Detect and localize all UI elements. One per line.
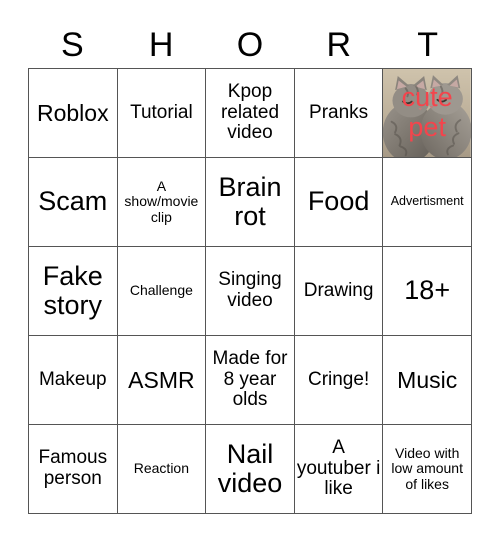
bingo-cell-label: cute pet	[401, 82, 453, 142]
bingo-header-letter: R	[326, 26, 352, 64]
bingo-cell[interactable]: Cringe!	[294, 336, 384, 425]
bingo-cell[interactable]: Kpop related video	[206, 69, 295, 158]
bingo-cell[interactable]: Scam	[29, 158, 118, 247]
bingo-cell[interactable]: A youtuber i like	[294, 425, 384, 514]
bingo-cell[interactable]: 18+	[383, 247, 472, 336]
bingo-cell-label: Makeup	[38, 368, 107, 390]
bingo-cell[interactable]: Fake story	[29, 247, 118, 336]
bingo-header-letter: O	[236, 26, 264, 64]
bingo-cell[interactable]: Pranks	[294, 69, 384, 158]
bingo-cell[interactable]: Video with low amount of likes	[383, 425, 472, 514]
bingo-cell-label: Advertisment	[390, 194, 464, 209]
bingo-cell-label: Brain rot	[218, 171, 282, 231]
bingo-card: S H O R T Roblox Tutorial Kpop related video Pr…	[0, 0, 500, 544]
bingo-grid: Roblox Tutorial Kpop related video Pranks cu…	[28, 68, 472, 514]
bingo-header-letter: H	[148, 26, 174, 64]
bingo-cell-label: Video with low amount of likes	[391, 445, 463, 492]
bingo-cell[interactable]: Advertisment	[383, 158, 472, 247]
bingo-cell-label: Reaction	[133, 460, 190, 477]
bingo-cell-label: Challenge	[129, 282, 193, 299]
bingo-cell-label: Music	[397, 366, 458, 393]
bingo-cell[interactable]: Famous person	[29, 425, 118, 514]
bingo-cell-label: ASMR	[128, 366, 195, 393]
bingo-cell[interactable]: Challenge	[117, 247, 207, 336]
bingo-cell-label: 18+	[404, 275, 451, 306]
bingo-cell-label: Made for 8 year olds	[212, 348, 288, 411]
bingo-cell-label: Food	[307, 186, 370, 217]
bingo-cell[interactable]: Nail video	[206, 425, 295, 514]
bingo-cell-label: Famous person	[38, 447, 108, 489]
bingo-cell-label: A youtuber i like	[296, 437, 381, 500]
bingo-cell[interactable]: Drawing	[294, 247, 384, 336]
bingo-cell-label: A show/movie clip	[124, 178, 199, 225]
bingo-cell-label: Drawing	[303, 279, 374, 301]
bingo-cell[interactable]: Reaction	[117, 425, 207, 514]
bingo-cell-label: Nail video	[217, 438, 283, 498]
bingo-cell[interactable]: Music	[383, 336, 472, 425]
bingo-cell-label: Cringe!	[307, 368, 370, 390]
bingo-cell[interactable]: Made for 8 year olds	[206, 336, 295, 425]
bingo-cell-photo[interactable]: cute pet	[383, 69, 472, 158]
bingo-cell-label: Fake story	[42, 260, 103, 320]
bingo-header-letter: S	[61, 26, 84, 64]
bingo-header: SHORT	[28, 22, 472, 68]
bingo-cell[interactable]: Roblox	[29, 69, 118, 158]
bingo-cell[interactable]: Brain rot	[206, 158, 295, 247]
bingo-cell-label: Kpop related video	[220, 81, 280, 144]
bingo-cell-label: Scam	[38, 186, 108, 217]
bingo-cell[interactable]: A show/movie clip	[117, 158, 207, 247]
bingo-cell-label: Roblox	[36, 99, 109, 126]
bingo-cell[interactable]: ASMR	[117, 336, 207, 425]
bingo-header-letter: T	[417, 26, 438, 64]
bingo-cell-label: Pranks	[309, 101, 369, 123]
bingo-cell-label: Tutorial	[130, 101, 193, 123]
bingo-cell[interactable]: Singing video	[206, 247, 295, 336]
bingo-cell-label: Singing video	[218, 269, 282, 311]
bingo-cell[interactable]: Makeup	[29, 336, 118, 425]
bingo-cell[interactable]: Tutorial	[117, 69, 207, 158]
bingo-cell[interactable]: Food	[294, 158, 384, 247]
